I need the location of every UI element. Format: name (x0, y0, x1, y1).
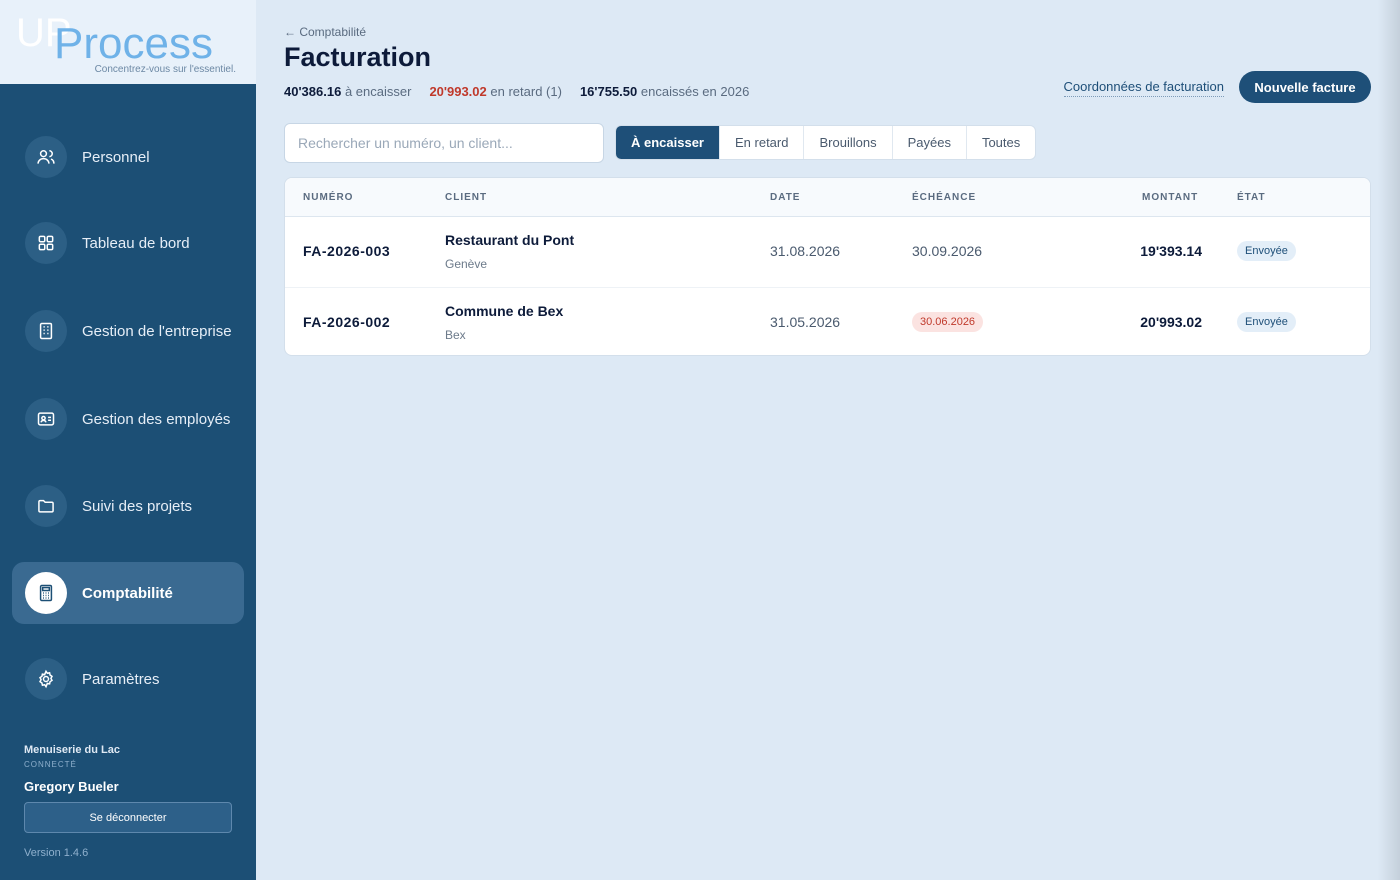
nav-label: Gestion des employés (82, 410, 231, 428)
stat-to-collect: 40'386.16 à encaisser (284, 84, 411, 99)
column-due[interactable]: ÉCHÉANCE (912, 192, 976, 203)
invoice-amount: 19'393.14 (1140, 243, 1202, 259)
back-link[interactable]: ← Comptabilité (284, 25, 366, 39)
column-status[interactable]: ÉTAT (1237, 192, 1266, 203)
stat-late-label: en retard (1) (490, 84, 562, 99)
company-name: Menuiserie du Lac (24, 744, 120, 756)
stat-to-collect-value: 40'386.16 (284, 84, 342, 99)
search-input[interactable] (284, 123, 604, 163)
main-content: ← Comptabilité Facturation 40'386.16 à e… (284, 0, 1374, 880)
folder-icon (25, 485, 67, 527)
tab-late[interactable]: En retard (719, 126, 803, 159)
stat-late-value: 20'993.02 (429, 84, 487, 99)
nav-item-projects[interactable]: Suivi des projets (12, 475, 244, 537)
sidebar: UP Process Concentrez-vous sur l'essenti… (0, 0, 256, 880)
column-client[interactable]: CLIENT (445, 192, 487, 203)
account-panel: Menuiserie du Lac CONNECTÉ Gregory Buele… (24, 744, 234, 859)
nav-item-dashboard[interactable]: Tableau de bord (12, 212, 244, 274)
billing-details-link[interactable]: Coordonnées de facturation (1063, 79, 1224, 97)
table-row[interactable]: FA-2026-002 Commune de Bex Bex 31.05.202… (285, 287, 1370, 355)
nav-item-accounting[interactable]: Comptabilité (12, 562, 244, 624)
status-badge: Envoyée (1237, 241, 1296, 261)
invoice-date: 31.08.2026 (770, 243, 841, 259)
nav-item-settings[interactable]: Paramètres (12, 648, 244, 710)
nav-label: Paramètres (82, 670, 160, 688)
invoice-number: FA-2026-002 (303, 314, 391, 330)
filter-tabs: À encaisser En retard Brouillons Payées … (615, 125, 1037, 160)
invoices-table: NUMÉRO CLIENT DATE ÉCHÉANCE MONTANT ÉTAT… (284, 177, 1371, 356)
stat-collected-label: encaissés en 2026 (640, 84, 750, 99)
nav-label: Tableau de bord (82, 234, 190, 252)
overdue-due-date-badge: 30.06.2026 (912, 312, 984, 332)
nav-label: Gestion de l'entreprise (82, 322, 232, 340)
nav-item-employees[interactable]: Gestion des employés (12, 388, 244, 450)
brand-tagline: Concentrez-vous sur l'essentiel. (94, 64, 236, 75)
client-city: Bex (445, 328, 466, 342)
client-name: Commune de Bex (445, 303, 564, 319)
grid-icon (25, 222, 67, 264)
stat-collected-value: 16'755.50 (579, 84, 638, 99)
building-icon (25, 310, 67, 352)
calculator-icon (25, 572, 67, 614)
table-header: NUMÉRO CLIENT DATE ÉCHÉANCE MONTANT ÉTAT (285, 178, 1370, 217)
tab-drafts[interactable]: Brouillons (803, 126, 891, 159)
column-amount[interactable]: MONTANT (1142, 192, 1198, 203)
window-edge-shadow (1378, 0, 1400, 880)
column-number[interactable]: NUMÉRO (303, 192, 353, 203)
invoice-number: FA-2026-003 (303, 243, 391, 259)
nav-item-company[interactable]: Gestion de l'entreprise (12, 300, 244, 362)
tab-paid[interactable]: Payées (891, 126, 966, 159)
brand-area: UP Process Concentrez-vous sur l'essenti… (0, 0, 256, 84)
due-date: 30.09.2026 (912, 243, 983, 259)
nav-label: Comptabilité (82, 584, 173, 602)
nav-label: Personnel (82, 148, 150, 166)
connection-status: CONNECTÉ (24, 760, 77, 769)
tab-to-collect[interactable]: À encaisser (616, 126, 719, 159)
table-row[interactable]: FA-2026-003 Restaurant du Pont Genève 31… (285, 217, 1370, 287)
stat-late: 20'993.02 en retard (1) (429, 84, 562, 99)
id-card-icon (25, 398, 67, 440)
stat-to-collect-label: à encaisser (344, 84, 412, 99)
gear-icon (25, 658, 67, 700)
page-title: Facturation (284, 42, 432, 72)
nav-label: Suivi des projets (82, 497, 193, 515)
new-invoice-button[interactable]: Nouvelle facture (1239, 71, 1371, 103)
client-name: Restaurant du Pont (445, 232, 575, 248)
user-name: Gregory Bueler (24, 779, 119, 794)
logout-button[interactable]: Se déconnecter (24, 802, 232, 833)
nav-item-personnel[interactable]: Personnel (12, 126, 244, 188)
summary-stats: 40'386.16 à encaisser 20'993.02 en retar… (284, 84, 749, 99)
upprocess-logo[interactable]: UP Process (16, 8, 246, 64)
client-city: Genève (445, 257, 488, 271)
tab-all[interactable]: Toutes (965, 126, 1035, 159)
invoice-amount: 20'993.02 (1140, 314, 1202, 330)
logo-process: Process (54, 19, 213, 64)
users-icon (25, 136, 67, 178)
app-version: Version 1.4.6 (24, 847, 89, 859)
invoice-date: 31.05.2026 (770, 314, 841, 330)
status-badge: Envoyée (1237, 312, 1296, 332)
stat-collected: 16'755.50 encaissés en 2026 (580, 84, 749, 99)
column-date[interactable]: DATE (770, 192, 800, 203)
